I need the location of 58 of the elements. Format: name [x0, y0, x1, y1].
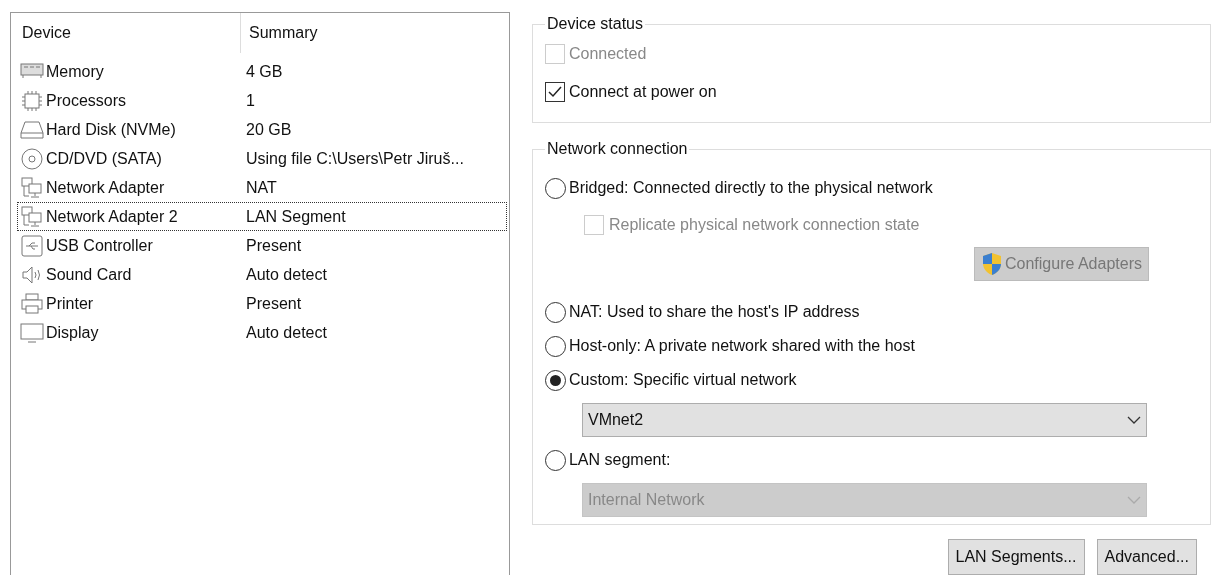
- device-summary: 20 GB: [246, 119, 292, 140]
- group-title: Network connection: [545, 139, 689, 160]
- device-summary: LAN Segment: [246, 206, 346, 227]
- display-icon: [18, 320, 46, 345]
- device-row[interactable]: Display Auto detect: [17, 318, 507, 347]
- device-row[interactable]: Network Adapter 2 LAN Segment: [17, 202, 507, 231]
- radio-label: Host-only: A private network shared with the host: [568, 336, 915, 357]
- dialog-button[interactable]: Advanced...: [1096, 539, 1197, 575]
- device-name: Network Adapter: [46, 177, 166, 198]
- checkbox-label: Connect at power on: [568, 82, 717, 102]
- radio-button[interactable]: [544, 369, 566, 391]
- checkbox-label: Replicate physical network connection state: [608, 215, 920, 236]
- disc-icon: [18, 146, 46, 171]
- device-summary: Present: [246, 235, 302, 256]
- device-summary: Using file C:\Users\Petr Jiruš...: [246, 148, 464, 169]
- device-name: Sound Card: [46, 264, 133, 285]
- device-row[interactable]: Printer Present: [17, 289, 507, 318]
- device-summary: 4 GB: [246, 61, 283, 82]
- device-summary: Present: [246, 293, 302, 314]
- radio-button[interactable]: [544, 449, 566, 471]
- radio-button[interactable]: [544, 335, 566, 357]
- device-name: Processors: [46, 90, 128, 111]
- group-title: Device status: [545, 14, 644, 34]
- device-summary: Auto detect: [246, 264, 327, 285]
- device-row[interactable]: CD/DVD (SATA) Using file C:\Users\Petr Jiruš...: [17, 144, 507, 173]
- radio-label: Custom: Specific virtual network: [568, 370, 797, 391]
- usb-icon: [18, 233, 46, 258]
- device-summary: NAT: [246, 177, 277, 198]
- device-name: USB Controller: [46, 235, 154, 256]
- device-name: Printer: [46, 293, 95, 314]
- device-name: Hard Disk (NVMe): [46, 119, 177, 140]
- checkbox[interactable]: [544, 82, 565, 102]
- radio-label: Bridged: Connected directly to the physical network: [568, 178, 933, 199]
- device-row[interactable]: Memory 4 GB: [17, 57, 507, 86]
- device-row[interactable]: Hard Disk (NVMe) 20 GB: [17, 115, 507, 144]
- column-header[interactable]: Device: [11, 13, 241, 53]
- shield-icon: [981, 252, 1003, 277]
- device-name: CD/DVD (SATA): [46, 148, 163, 169]
- device-row[interactable]: Network Adapter NAT: [17, 173, 507, 202]
- device-summary: Auto detect: [246, 322, 327, 343]
- dialog-button[interactable]: LAN Segments...: [947, 539, 1085, 575]
- radio-label: LAN segment:: [568, 450, 671, 471]
- device-row[interactable]: Sound Card Auto detect: [17, 260, 507, 289]
- printer-icon: [18, 291, 46, 316]
- device-summary: 1: [246, 90, 255, 111]
- checkbox-label: Connected: [568, 44, 647, 64]
- device-name: Network Adapter 2: [46, 206, 179, 227]
- radio-label: NAT: Used to share the host's IP address: [568, 302, 860, 323]
- device-name: Memory: [46, 61, 105, 82]
- dropdown[interactable]: VMnet2: [581, 403, 1147, 438]
- radio-button[interactable]: [544, 177, 566, 199]
- chevron-down-icon: [1126, 495, 1141, 506]
- chevron-down-icon: [1126, 415, 1141, 426]
- radio-button[interactable]: [544, 301, 566, 323]
- device-name: Display: [46, 322, 100, 343]
- device-row[interactable]: Processors 1: [17, 86, 507, 115]
- column-header[interactable]: Summary: [241, 21, 318, 45]
- device-row[interactable]: USB Controller Present: [17, 231, 507, 260]
